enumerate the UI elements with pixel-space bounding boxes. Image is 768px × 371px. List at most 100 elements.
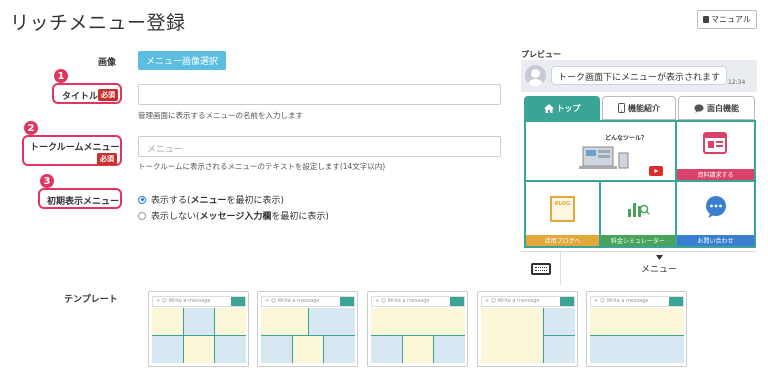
chat-preview: トーク画面下にメニューが表示されます 12:34 (521, 60, 757, 92)
radio-hide-menu[interactable]: 表示しない(メッセージ入力欄を最初に表示) (138, 209, 329, 222)
send-square-icon (669, 297, 683, 306)
template-grid (371, 308, 465, 363)
template-cell (481, 308, 543, 363)
title-hint: 管理画面に表示するメニューの名前を入力します (138, 111, 303, 120)
template-option-4[interactable]: + ☺ Write a message (477, 291, 578, 367)
menu-toggle-label: メニュー (640, 265, 677, 275)
menu-cell-document[interactable]: 資料請求する (677, 122, 754, 180)
menu-toggle[interactable]: メニュー (561, 252, 757, 285)
tab-fun[interactable]: 面白機能 (678, 96, 755, 120)
page-title: リッチメニュー登録 (10, 12, 186, 34)
template-label: テンプレート (64, 295, 118, 305)
blog-icon: BLOG (550, 196, 575, 222)
image-label: 画像 (98, 58, 117, 68)
menu-grid: どんなツール？ 資料請求する BLOG 活用ブログへ 料金シミュレーター お問い… (524, 120, 756, 248)
menu-cell-contact[interactable]: お問い合わせ (677, 182, 754, 246)
template-input-bar: + ☺ Write a message (261, 296, 355, 307)
radio-show-menu[interactable]: 表示する(メニューを最初に表示) (138, 193, 284, 206)
send-square-icon (340, 297, 354, 306)
template-option-1[interactable]: + ☺ Write a message (148, 291, 249, 367)
template-cell (152, 308, 183, 335)
send-square-icon (231, 297, 245, 306)
radio-show-menu-label: 表示する(メニューを最初に表示) (151, 196, 285, 206)
menu-cell-hero[interactable]: どんなツール？ (526, 122, 675, 180)
template-cell (371, 336, 402, 363)
title-label-box: タイトル 必須 (52, 83, 122, 104)
template-input-bar: + ☺ Write a message (371, 296, 465, 307)
caret-down-icon (655, 255, 663, 260)
menu-cell-blog[interactable]: BLOG 活用ブログへ (526, 182, 599, 246)
template-cell (184, 308, 214, 335)
select-menu-image-button[interactable]: メニュー画像選択 (138, 51, 226, 70)
chat-time: 12:34 (728, 79, 746, 86)
blog-caption: 活用ブログへ (526, 235, 599, 246)
template-cell (590, 336, 684, 363)
template-cell (544, 336, 575, 363)
chat-bubble: トーク画面下にメニューが表示されます (551, 66, 728, 85)
template-grid (481, 308, 575, 363)
avatar (525, 65, 546, 86)
template-option-2[interactable]: + ☺ Write a message (257, 291, 358, 367)
template-cell (324, 336, 355, 363)
template-input-bar: + ☺ Write a message (481, 296, 575, 307)
template-grid (152, 308, 246, 363)
template-cell (261, 336, 292, 363)
template-grid (261, 308, 355, 363)
home-icon (543, 103, 554, 113)
template-cell (215, 308, 246, 335)
template-cell (434, 336, 465, 363)
step-number-2: 2 (24, 121, 38, 135)
youtube-icon (649, 166, 663, 176)
required-badge: 必須 (98, 89, 118, 101)
radio-unselected-icon[interactable] (138, 211, 146, 220)
template-cell (590, 308, 684, 335)
template-option-3[interactable]: + ☺ Write a message (367, 291, 468, 367)
talkroom-menu-input[interactable]: メニュー (138, 136, 501, 157)
laptop-illustration-icon (579, 146, 629, 169)
smartphone-icon (618, 103, 625, 113)
template-cell (152, 336, 183, 363)
manual-button[interactable]: マニュアル (697, 10, 757, 29)
tab-fun-label: 面白機能 (707, 103, 739, 113)
default-display-label-box: 初期表示メニュー (38, 188, 122, 209)
document-caption: 資料請求する (677, 169, 754, 180)
preview-tabbar: トップ 機能紹介 面白機能 (521, 96, 757, 120)
preview-label: プレビュー (521, 50, 561, 59)
talkroom-label: トークルームメニュー (30, 143, 120, 153)
chat-icon (706, 196, 726, 218)
template-cell (403, 336, 433, 363)
required-badge: 必須 (97, 153, 117, 165)
preview-input-bar: メニュー (521, 251, 757, 285)
template-input-bar: + ☺ Write a message (152, 296, 246, 307)
talkroom-label-box: トークルームメニュー 必須 (22, 135, 122, 166)
step-number-1: 1 (54, 69, 68, 83)
tab-top-label: トップ (556, 103, 581, 113)
radio-hide-menu-label: 表示しない(メッセージ入力欄を最初に表示) (151, 212, 329, 222)
document-icon (703, 132, 727, 154)
talkroom-hint: トークルームに表示されるメニューのテキストを設定します(14文字以内) (138, 162, 386, 171)
manual-button-label: マニュアル (711, 15, 751, 24)
template-option-5[interactable]: + ☺ Write a message (586, 291, 687, 367)
tab-features-label: 機能紹介 (628, 103, 660, 113)
send-square-icon (450, 297, 464, 306)
book-icon (703, 16, 710, 23)
bar-chart-icon (628, 203, 650, 217)
step-number-3: 3 (40, 174, 54, 188)
menu-cell-simulator[interactable]: 料金シミュレーター (601, 182, 675, 246)
template-cell (184, 336, 214, 363)
template-cell (261, 308, 308, 335)
template-cell (309, 308, 355, 335)
template-input-bar: + ☺ Write a message (590, 296, 684, 307)
keyboard-icon (530, 262, 551, 275)
speech-bubble-icon (694, 103, 704, 113)
template-cell (293, 336, 323, 363)
radio-selected-icon[interactable] (138, 195, 146, 204)
keyboard-toggle[interactable] (521, 252, 561, 285)
tab-top[interactable]: トップ (524, 96, 600, 120)
title-input[interactable] (138, 84, 501, 105)
default-display-label: 初期表示メニュー (47, 197, 120, 207)
rich-menu-preview: トップ 機能紹介 面白機能 どんなツール？ 資料請求する BLOG 活用ブログへ… (521, 96, 757, 250)
hero-caption: どんなツール？ (605, 135, 648, 142)
tab-features[interactable]: 機能紹介 (602, 96, 676, 120)
template-cell (371, 308, 465, 335)
